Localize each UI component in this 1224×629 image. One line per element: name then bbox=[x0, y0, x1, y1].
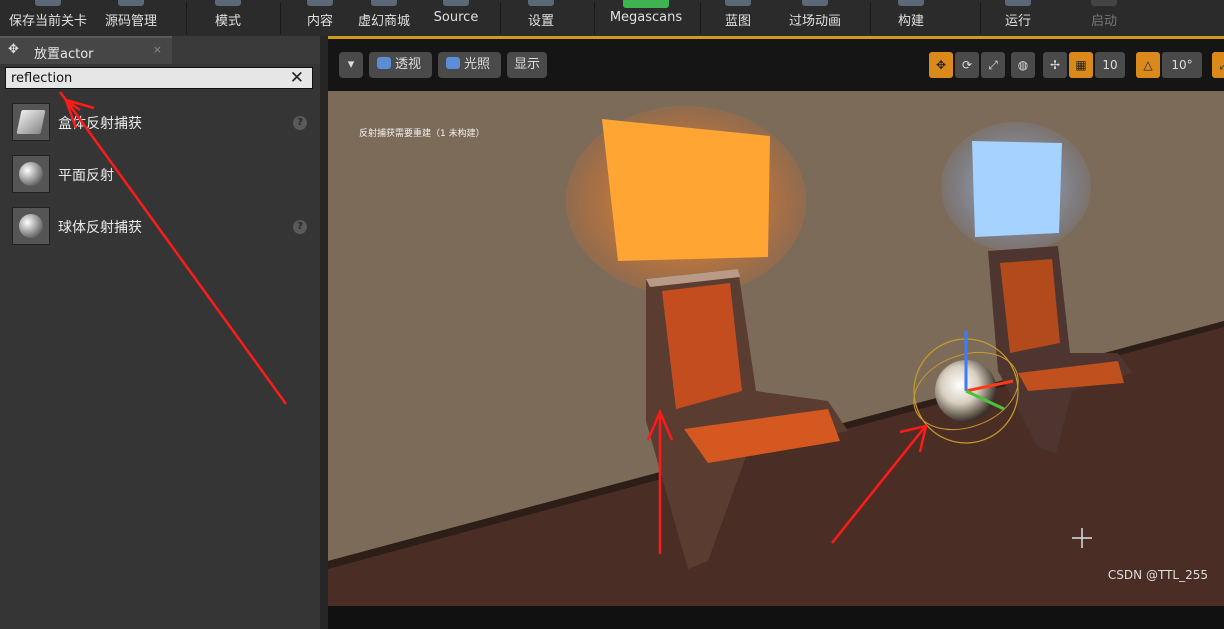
clear-search-icon[interactable]: ✕ bbox=[290, 68, 304, 88]
panel-body bbox=[0, 64, 320, 629]
panel-splitter[interactable] bbox=[320, 36, 328, 629]
search-input[interactable] bbox=[11, 69, 281, 87]
content-icon bbox=[307, 0, 333, 6]
level-viewport[interactable]: ▾ 透视 光照 显示 ✥ ⟳ ⤢ ◍ ✢ ▦ 10 △ 10° ⤢ bbox=[328, 36, 1224, 629]
place-actor-icon: ✥ bbox=[8, 42, 19, 57]
viewport-toolbar: ▾ 透视 光照 显示 ✥ ⟳ ⤢ ◍ ✢ ▦ 10 △ 10° ⤢ bbox=[328, 39, 1224, 91]
surface-snap-icon[interactable]: ✢ bbox=[1043, 52, 1067, 78]
rotation-snap-icon[interactable]: △ bbox=[1136, 52, 1160, 78]
watermark: CSDN @TTL_255 bbox=[1107, 568, 1208, 582]
play-icon bbox=[1005, 0, 1031, 6]
show-button[interactable]: 显示 bbox=[507, 52, 547, 78]
world-space-icon[interactable]: ◍ bbox=[1011, 52, 1035, 78]
perspective-button[interactable]: 透视 bbox=[369, 52, 432, 78]
megascans-button[interactable]: Megascans bbox=[604, 0, 688, 36]
place-actors-panel: ✥ 放置actor × ✕ 盒体反射捕获 ? 平面反射 球体反射捕获 ? bbox=[0, 36, 320, 629]
list-item-planar-reflection[interactable]: 平面反射 bbox=[0, 150, 320, 200]
lit-icon bbox=[446, 57, 460, 69]
megascans-icon bbox=[623, 0, 669, 8]
rotation-snap-value[interactable]: 10° bbox=[1162, 52, 1202, 78]
source-control-button[interactable]: 源码管理 bbox=[98, 0, 164, 36]
lit-button[interactable]: 光照 bbox=[438, 52, 501, 78]
translate-tool-icon[interactable]: ✥ bbox=[929, 52, 953, 78]
gear-icon bbox=[528, 0, 554, 6]
scale-snap-icon[interactable]: ⤢ bbox=[1212, 52, 1224, 78]
content-button[interactable]: 内容 bbox=[290, 0, 350, 36]
chevron-down-icon: ▾ bbox=[347, 57, 355, 72]
modes-button[interactable]: 模式 bbox=[196, 0, 260, 36]
box-reflection-icon bbox=[12, 103, 50, 141]
viewport-status-bar bbox=[328, 606, 1224, 629]
marketplace-button[interactable]: 虚幻商城 bbox=[352, 0, 416, 36]
viewport-options-button[interactable]: ▾ bbox=[339, 52, 363, 78]
launch-icon bbox=[1091, 0, 1117, 6]
grid-size-value[interactable]: 10 bbox=[1095, 52, 1125, 78]
help-icon[interactable]: ? bbox=[293, 220, 307, 234]
blueprints-button[interactable]: 蓝图 bbox=[710, 0, 766, 36]
list-item-box-reflection-capture[interactable]: 盒体反射捕获 ? bbox=[0, 98, 320, 148]
cinematics-icon bbox=[802, 0, 828, 6]
list-item-sphere-reflection-capture[interactable]: 球体反射捕获 ? bbox=[0, 202, 320, 252]
grid-snap-icon[interactable]: ▦ bbox=[1069, 52, 1093, 78]
settings-button[interactable]: 设置 bbox=[512, 0, 570, 36]
save-level-button[interactable]: 保存当前关卡 bbox=[0, 0, 96, 36]
rotate-tool-icon[interactable]: ⟳ bbox=[955, 52, 979, 78]
tab-place-actor[interactable]: ✥ 放置actor × bbox=[0, 36, 172, 64]
build-button[interactable]: 构建 bbox=[880, 0, 942, 36]
tab-close-icon[interactable]: × bbox=[153, 43, 162, 56]
modes-icon bbox=[215, 0, 241, 6]
save-icon bbox=[35, 0, 61, 6]
reflection-rebuild-message: 反射捕获需要重建（1 未构建） bbox=[359, 129, 485, 139]
help-icon[interactable]: ? bbox=[293, 116, 307, 130]
play-button[interactable]: 运行 bbox=[990, 0, 1046, 36]
cinematics-button[interactable]: 过场动画 bbox=[780, 0, 850, 36]
viewport-scene[interactable]: 反射捕获需要重建（1 未构建） bbox=[328, 91, 1224, 606]
planar-reflection-icon bbox=[12, 155, 50, 193]
blueprint-icon bbox=[725, 0, 751, 6]
launch-button[interactable]: 启动 bbox=[1076, 0, 1132, 36]
source-control-icon bbox=[118, 0, 144, 6]
build-icon bbox=[898, 0, 924, 6]
scale-tool-icon[interactable]: ⤢ bbox=[981, 52, 1005, 78]
scene-render bbox=[328, 91, 1224, 606]
source-button[interactable]: Source bbox=[428, 0, 484, 36]
main-toolbar: 保存当前关卡 源码管理 模式 内容 虚幻商城 Source 设置 Megasca… bbox=[0, 0, 1224, 37]
search-box: ✕ bbox=[5, 67, 313, 89]
perspective-icon bbox=[377, 57, 391, 69]
sphere-reflection-icon bbox=[12, 207, 50, 245]
marketplace-icon bbox=[371, 0, 397, 6]
source-icon bbox=[443, 0, 469, 6]
